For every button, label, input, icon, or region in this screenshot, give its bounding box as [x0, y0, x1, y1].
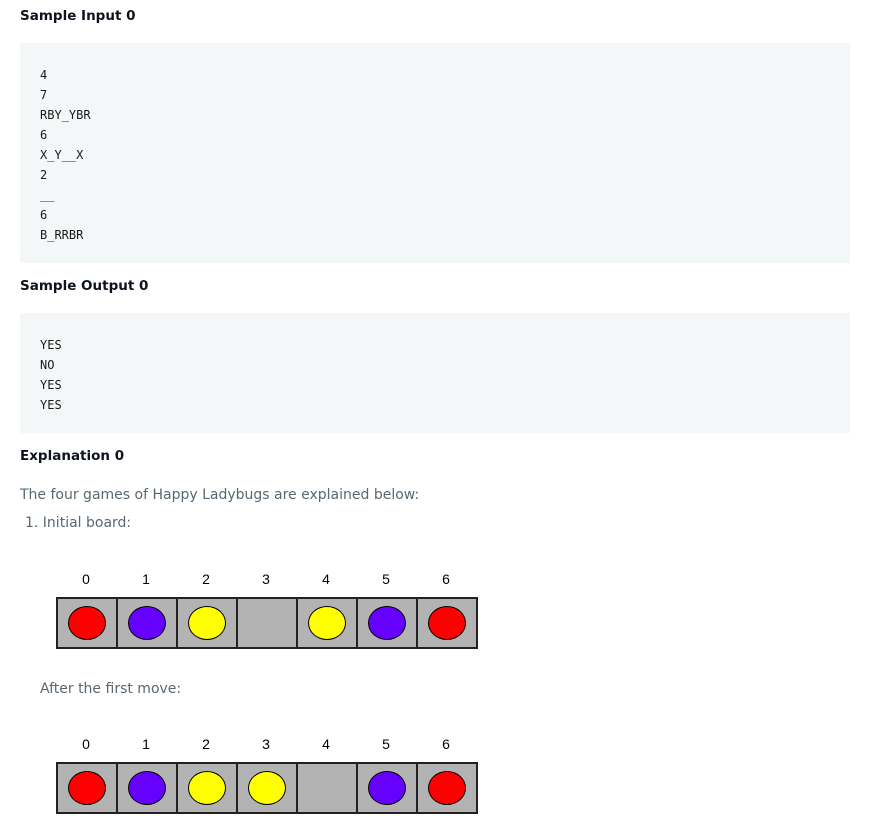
- cell-index-label: 1: [142, 736, 150, 752]
- cell-index-label: 0: [82, 736, 90, 752]
- ladybug-icon: [428, 771, 466, 805]
- board-cell: [178, 599, 238, 647]
- sample-input-line: 7: [40, 88, 48, 102]
- cell-index-label: 4: [322, 736, 330, 752]
- board-cell: [118, 764, 178, 812]
- cell-index-label: 3: [262, 736, 270, 752]
- sample-input-line: __: [40, 188, 55, 202]
- sample-input-line: 6: [40, 128, 48, 142]
- board-cell: [238, 764, 298, 812]
- cell-index-label: 4: [322, 571, 330, 587]
- sample-input-box: 4 7 RBY_YBR 6 X_Y__X 2 __ 6 B_RRBR: [20, 43, 850, 263]
- board-cell: [58, 599, 118, 647]
- ladybug-icon: [128, 606, 166, 640]
- ladybug-icon: [68, 606, 106, 640]
- cell-index-label: 1: [142, 571, 150, 587]
- sample-output-box: YES NO YES YES: [20, 313, 850, 433]
- sample-input-line: 6: [40, 208, 48, 222]
- cell-index-label: 3: [262, 571, 270, 587]
- board-cell: [418, 599, 476, 647]
- after-first-move-label: After the first move:: [40, 681, 182, 697]
- sample-input-line: 4: [40, 68, 48, 82]
- ladybug-icon: [428, 606, 466, 640]
- board-cell: [358, 599, 418, 647]
- sample-input-line: 2: [40, 168, 48, 182]
- cell-index-label: 6: [442, 736, 450, 752]
- cell-index-label: 6: [442, 571, 450, 587]
- ladybug-icon: [188, 606, 226, 640]
- ladybug-icon: [368, 771, 406, 805]
- board-cell: [58, 764, 118, 812]
- board-cell: [118, 599, 178, 647]
- cell-index-label: 5: [382, 571, 390, 587]
- sample-input-line: B_RRBR: [40, 228, 84, 242]
- ladybug-icon: [128, 771, 166, 805]
- ladybug-icon: [188, 771, 226, 805]
- board-cell: [238, 599, 298, 647]
- board-cell: [178, 764, 238, 812]
- ladybug-icon: [368, 606, 406, 640]
- ladybug-icon: [68, 771, 106, 805]
- ladybug-icon: [308, 606, 346, 640]
- cell-index-label: 2: [202, 571, 210, 587]
- board-cell: [298, 764, 358, 812]
- sample-output-heading: Sample Output 0: [20, 278, 149, 294]
- ladybug-icon: [248, 771, 286, 805]
- sample-input-heading: Sample Input 0: [20, 8, 136, 24]
- sample-output-line: NO: [40, 358, 55, 372]
- board-cell: [298, 599, 358, 647]
- explanation-intro: The four games of Happy Ladybugs are exp…: [20, 487, 420, 503]
- initial-board: [56, 597, 478, 649]
- board-cell: [358, 764, 418, 812]
- sample-input-line: RBY_YBR: [40, 108, 91, 122]
- explanation-item-1: 1. Initial board:: [25, 515, 132, 531]
- sample-output-line: YES: [40, 378, 62, 392]
- cell-index-label: 5: [382, 736, 390, 752]
- sample-output-line: YES: [40, 398, 62, 412]
- cell-index-label: 2: [202, 736, 210, 752]
- cell-index-label: 0: [82, 571, 90, 587]
- board-cell: [418, 764, 476, 812]
- explanation-heading: Explanation 0: [20, 448, 125, 464]
- after-move-board: [56, 762, 478, 814]
- sample-input-line: X_Y__X: [40, 148, 84, 162]
- sample-output-line: YES: [40, 338, 62, 352]
